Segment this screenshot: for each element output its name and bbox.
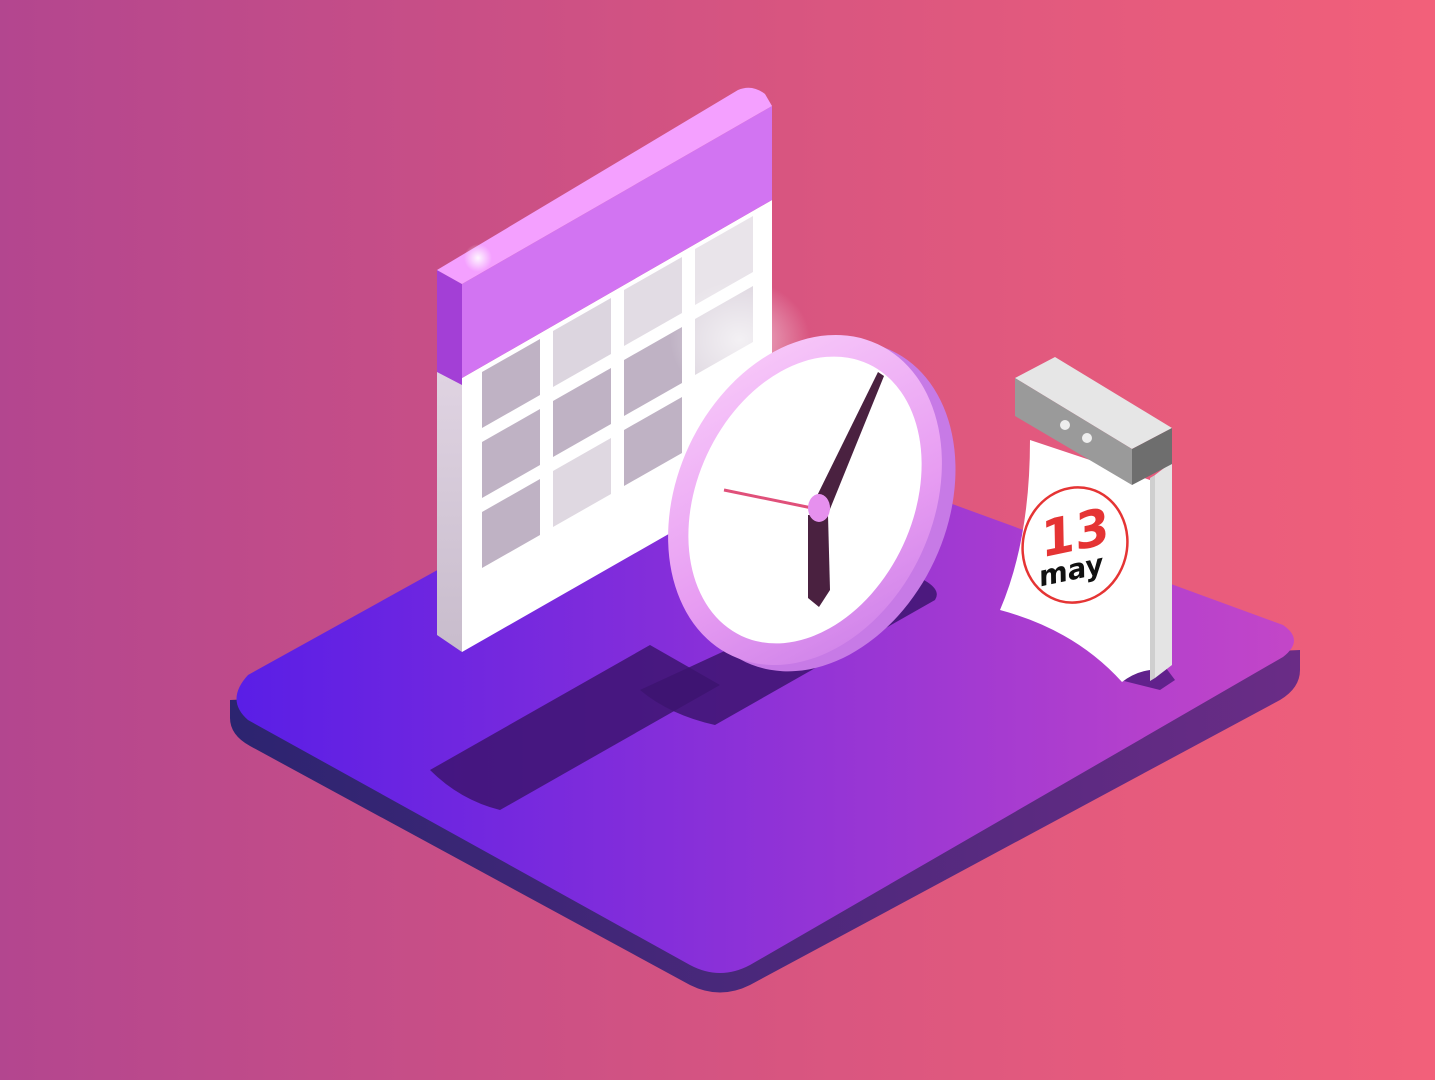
calendar-sparkle <box>464 244 492 272</box>
clock-center-cap <box>808 494 830 522</box>
scheduling-illustration: 13 may <box>230 87 1300 993</box>
calendar-header-side <box>437 270 462 385</box>
hour-hand <box>808 515 830 607</box>
binding-ring-right <box>1082 433 1092 443</box>
tearoff-page-stack <box>1155 462 1172 678</box>
binding-ring-left <box>1060 420 1070 430</box>
